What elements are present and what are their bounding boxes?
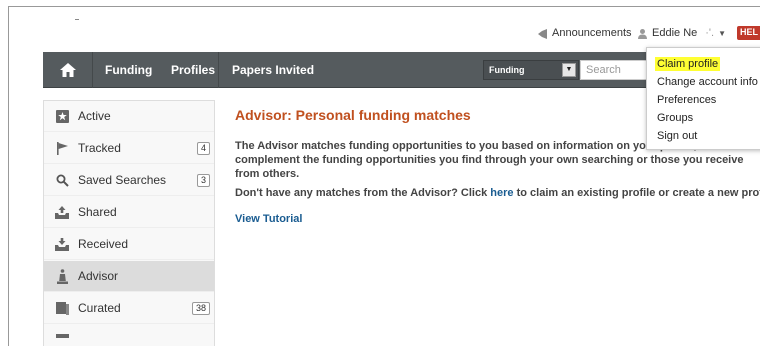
nav-divider xyxy=(218,52,219,88)
nav-funding[interactable]: Funding xyxy=(105,52,152,88)
sidebar-item-shared[interactable]: Shared xyxy=(44,197,214,228)
claim-here-link[interactable]: here xyxy=(490,187,513,199)
search-scope-value: Funding xyxy=(489,65,525,75)
help-badge[interactable]: HEL xyxy=(737,26,760,40)
nav-profiles[interactable]: Profiles xyxy=(171,52,215,88)
sidebar-item-label: Shared xyxy=(78,205,117,219)
sidebar-item-curated[interactable]: Curated 38 xyxy=(44,293,214,324)
count-badge: 3 xyxy=(196,174,210,187)
user-menu-toggle[interactable]: Eddie Ne ·'. ▼ xyxy=(637,27,726,39)
user-name-suffix: ·'. xyxy=(705,27,715,39)
announcements-link[interactable]: Announcements xyxy=(537,27,632,39)
star-icon xyxy=(54,109,70,123)
sidebar-item-label: Advisor xyxy=(78,269,119,283)
tray-up-icon xyxy=(54,205,70,219)
sidebar: Active Tracked 4 Saved Searches 3 Shared xyxy=(43,100,215,346)
nav-home[interactable] xyxy=(43,52,93,88)
advisor-icon xyxy=(54,268,70,284)
tray-down-icon xyxy=(54,237,70,251)
menu-item-preferences[interactable]: Preferences xyxy=(647,91,760,109)
user-name: Eddie Ne xyxy=(652,27,698,39)
user-dropdown-menu: Claim profile Change account info Prefer… xyxy=(646,47,760,150)
menu-item-change-account-info[interactable]: Change account info xyxy=(647,73,760,91)
chevron-down-icon: ▼ xyxy=(718,28,727,38)
prompt-text: Don't have any matches from the Advisor?… xyxy=(235,187,491,199)
sidebar-item-tracked[interactable]: Tracked 4 xyxy=(44,133,214,164)
sidebar-item-advisor[interactable]: Advisor xyxy=(44,261,214,292)
sidebar-item-label: Curated xyxy=(78,301,121,315)
count-badge: 38 xyxy=(191,302,210,315)
sidebar-item-saved-searches[interactable]: Saved Searches 3 xyxy=(44,165,214,196)
page-frame: Announcements Eddie Ne ·'. ▼ HEL Funding… xyxy=(8,6,760,346)
search-scope-select[interactable]: Funding ▼ xyxy=(483,60,579,80)
divider xyxy=(75,19,79,20)
nav-papers-invited[interactable]: Papers Invited xyxy=(232,52,314,88)
sidebar-item-label: Tracked xyxy=(78,141,121,155)
sidebar-item-more[interactable] xyxy=(44,325,214,346)
claim-profile-prompt: Don't have any matches from the Advisor?… xyxy=(235,187,760,199)
sidebar-item-active[interactable]: Active xyxy=(44,101,214,132)
flag-icon xyxy=(54,141,70,155)
megaphone-icon xyxy=(538,28,547,39)
menu-item-label: Claim profile xyxy=(655,57,721,71)
menu-item-groups[interactable]: Groups xyxy=(647,109,760,127)
sidebar-item-received[interactable]: Received xyxy=(44,229,214,260)
sidebar-item-label: Received xyxy=(78,237,129,251)
sidebar-item-label: Saved Searches xyxy=(78,173,167,187)
user-icon xyxy=(638,28,647,39)
sidebar-item-label: Active xyxy=(78,109,111,123)
page-title: Advisor: Personal funding matches xyxy=(235,107,471,123)
view-tutorial-link[interactable]: View Tutorial xyxy=(235,213,302,225)
list-icon xyxy=(54,333,70,347)
home-icon xyxy=(59,63,76,77)
prompt-text-end: to claim an existing profile or create a… xyxy=(513,187,760,199)
chevron-down-icon[interactable]: ▼ xyxy=(562,63,576,77)
book-icon xyxy=(54,301,70,315)
announcements-label: Announcements xyxy=(552,27,632,39)
count-badge: 4 xyxy=(196,142,210,155)
menu-item-sign-out[interactable]: Sign out xyxy=(647,127,760,145)
search-icon xyxy=(54,174,70,187)
top-bar: Announcements Eddie Ne ·'. ▼ HEL xyxy=(9,7,760,49)
menu-item-claim-profile[interactable]: Claim profile xyxy=(647,55,760,73)
